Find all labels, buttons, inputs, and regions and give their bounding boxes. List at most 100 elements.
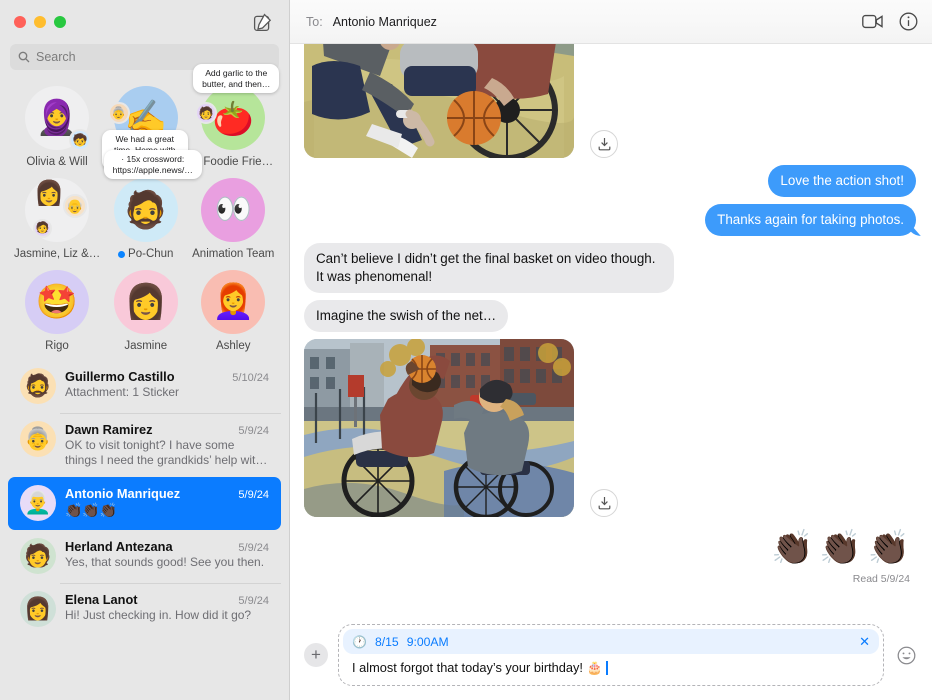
save-download-icon[interactable] <box>590 130 618 158</box>
to-label: To: <box>306 14 323 29</box>
pinned-conversations: 🧕 🧒 Olivia & Will ✍️ 👵 We had a great ti… <box>0 64 289 358</box>
pinned-item-rigo[interactable]: 🤩 Rigo <box>14 270 100 352</box>
message-date: 5/10/24 <box>232 372 269 384</box>
conversation-header-bar: To: Antonio Manriquez <box>290 0 932 44</box>
contact-name: Elena Lanot <box>65 592 138 608</box>
conversation-header: Elena Lanot 5/9/24 <box>65 592 269 607</box>
contact-name: Dawn Ramirez <box>65 422 153 437</box>
conversation-row-elena-lanot[interactable]: 👩 Elena Lanot 5/9/24 Hi! Just checking i… <box>8 583 281 636</box>
pinned-item-label: Animation Team <box>192 248 275 260</box>
message-preview: Attachment: 1 Sticker <box>65 385 180 399</box>
avatar: 👨‍🦳 <box>20 485 56 522</box>
suggestion-date: 8/15 <box>374 634 399 649</box>
text-caret <box>606 661 608 675</box>
traffic-lights <box>14 16 66 28</box>
messages-window: Search 🧕 🧒 Olivia & Will ✍️ 👵 We had a g… <box>0 0 932 700</box>
search-icon <box>18 51 30 63</box>
search-placeholder: Search <box>36 50 76 64</box>
contact-name: Antonio Manriquez <box>65 486 181 502</box>
conversation-row-guillermo-castillo[interactable]: 🧔 Guillermo Castillo 5/10/24 Attachment:… <box>8 360 281 413</box>
reaction-emoji[interactable]: 👏🏿 <box>868 531 910 565</box>
avatar: 👩 <box>113 270 178 334</box>
read-receipt: Read 5/9/24 <box>852 573 910 586</box>
plus-icon[interactable]: + <box>304 643 328 667</box>
conversation-row-herland-antezana[interactable]: 🧑 Herland Antezana 5/9/24 Yes, that soun… <box>8 530 281 583</box>
message-row-incoming-1: Can’t believe I didn’t get the final bas… <box>304 243 916 294</box>
avatar: 👵 <box>20 421 56 457</box>
video-camera-icon[interactable] <box>862 14 883 29</box>
conversation-content: Guillermo Castillo 5/10/24 Attachment: 1… <box>65 368 269 400</box>
message-preview: Hi! Just checking in. How did it go? <box>65 608 252 623</box>
message-input[interactable]: I almost forgot that today’s your birthd… <box>343 654 879 681</box>
avatar: 🧕 🧒 <box>25 86 91 151</box>
recipient-name: Antonio Manriquez <box>332 14 437 29</box>
conversation-content: Elena Lanot 5/9/24 Hi! Just checking in.… <box>65 591 269 623</box>
avatar: 👩 <box>20 591 56 628</box>
avatar: 👩‍🦰 <box>201 270 266 334</box>
conversation-header: Dawn Ramirez 5/9/24 <box>65 422 269 437</box>
message-date: 5/9/24 <box>238 542 269 555</box>
pinned-item-animation-team[interactable]: 👀 Animation Team <box>192 178 276 260</box>
info-icon[interactable] <box>899 12 918 31</box>
pinned-item-ashley[interactable]: 👩‍🦰 Ashley <box>192 270 276 352</box>
avatar: ✍️ 👵 We had a great time. Home with th… <box>101 86 188 171</box>
save-download-icon[interactable] <box>590 489 618 518</box>
conversation-list: 🧔 Guillermo Castillo 5/10/24 Attachment:… <box>0 358 289 700</box>
conversation-header: Herland Antezana 5/9/24 <box>65 539 269 554</box>
message-bubble-incoming[interactable]: Imagine the swish of the net… <box>304 300 509 333</box>
conversation-content: Herland Antezana 5/9/24 Yes, that sounds… <box>65 538 269 570</box>
message-row-outgoing-2: Thanks again for taking photos. <box>304 204 916 237</box>
sidebar: Search 🧕 🧒 Olivia & Will ✍️ 👵 We had a g… <box>0 0 290 700</box>
contact-name: Herland Antezana <box>65 539 173 555</box>
message-input-container[interactable]: 🕐 8/15 9:00AM ✕ I almost forgot that tod… <box>338 624 884 686</box>
attachment-photo-basketball-1[interactable] <box>304 44 574 158</box>
conversation-row-dawn-ramirez[interactable]: 👵 Dawn Ramirez 5/9/24 OK to visit tonigh… <box>8 413 281 477</box>
compose-icon[interactable] <box>249 9 275 35</box>
avatar: 🧑 <box>20 538 56 575</box>
message-date: 5/9/24 <box>238 425 269 437</box>
close-button[interactable] <box>14 16 26 28</box>
message-date: 5/9/24 <box>238 489 269 502</box>
smiley-face-icon[interactable] <box>894 643 918 667</box>
message-preview: OK to visit tonight? I have some things … <box>65 438 266 468</box>
pinned-item-jasmine-liz[interactable]: 👩 👴 🧑 Jasmine, Liz &… <box>14 178 100 260</box>
avatar-tertiary: 🧑 <box>33 219 52 238</box>
avatar-secondary: 👵 <box>107 102 130 124</box>
pinned-item-label: Ashley <box>215 340 251 352</box>
pinned-item-foodie-friends[interactable]: 🍅 🧑 Add garlic to the butter, and then… … <box>192 64 280 168</box>
message-reactions: 👏🏿 👏🏿 👏🏿 <box>304 531 910 565</box>
reaction-emoji[interactable]: 👏🏿 <box>819 531 861 565</box>
message-bubble-outgoing[interactable]: Thanks again for taking photos. <box>705 204 916 237</box>
pinned-item-po-chun[interactable]: 🧔 · 15x crossword: https://apple.news/… … <box>103 150 202 260</box>
minimize-button[interactable] <box>34 16 46 28</box>
avatar-secondary: 👴 <box>63 194 87 218</box>
message-row-photo-1 <box>304 44 916 158</box>
message-bubble-outgoing[interactable]: Love the action shot! <box>768 165 916 198</box>
conversation-header: Antonio Manriquez 5/9/24 <box>65 486 269 501</box>
conversation-row-antonio-manriquez[interactable]: 👨‍🦳 Antonio Manriquez 5/9/24 👏🏿👏🏿👏🏿 <box>8 477 281 531</box>
attachment-photo-basketball-2[interactable] <box>304 339 574 518</box>
dismiss-suggestion-button[interactable]: ✕ <box>859 634 870 650</box>
avatar: 🤩 <box>25 270 89 334</box>
zoom-button[interactable] <box>54 16 66 28</box>
message-row-photo-2 <box>304 339 916 518</box>
message-date: 5/9/24 <box>238 595 269 608</box>
pinned-item-label: Rigo <box>45 340 69 352</box>
message-preview: 👏🏿👏🏿👏🏿 <box>65 502 118 519</box>
clock-icon: 🕐 <box>352 634 367 649</box>
message-row-outgoing-1: Love the action shot! <box>304 165 916 198</box>
message-thread[interactable]: Love the action shot! Thanks again for t… <box>290 44 932 616</box>
contact-name: Guillermo Castillo <box>65 369 175 384</box>
avatar: 🍅 🧑 Add garlic to the butter, and then… <box>193 64 280 150</box>
pinned-item-olivia-will[interactable]: 🧕 🧒 Olivia & Will <box>14 86 100 168</box>
pinned-item-jasmine[interactable]: 👩 Jasmine <box>104 270 188 352</box>
unread-indicator <box>118 250 126 258</box>
sidebar-titlebar <box>0 0 289 44</box>
reaction-emoji[interactable]: 👏🏿 <box>771 531 813 565</box>
compose-bar: + 🕐 8/15 9:00AM ✕ I almost forgot that t… <box>290 616 932 700</box>
message-row-incoming-2: Imagine the swish of the net… <box>304 300 916 333</box>
datetime-suggestion-chip[interactable]: 🕐 8/15 9:00AM ✕ <box>343 629 879 654</box>
avatar-secondary: 🧒 <box>69 129 91 151</box>
conversation-header: Guillermo Castillo 5/10/24 <box>65 369 269 384</box>
message-bubble-incoming[interactable]: Can’t believe I didn’t get the final bas… <box>304 243 674 294</box>
